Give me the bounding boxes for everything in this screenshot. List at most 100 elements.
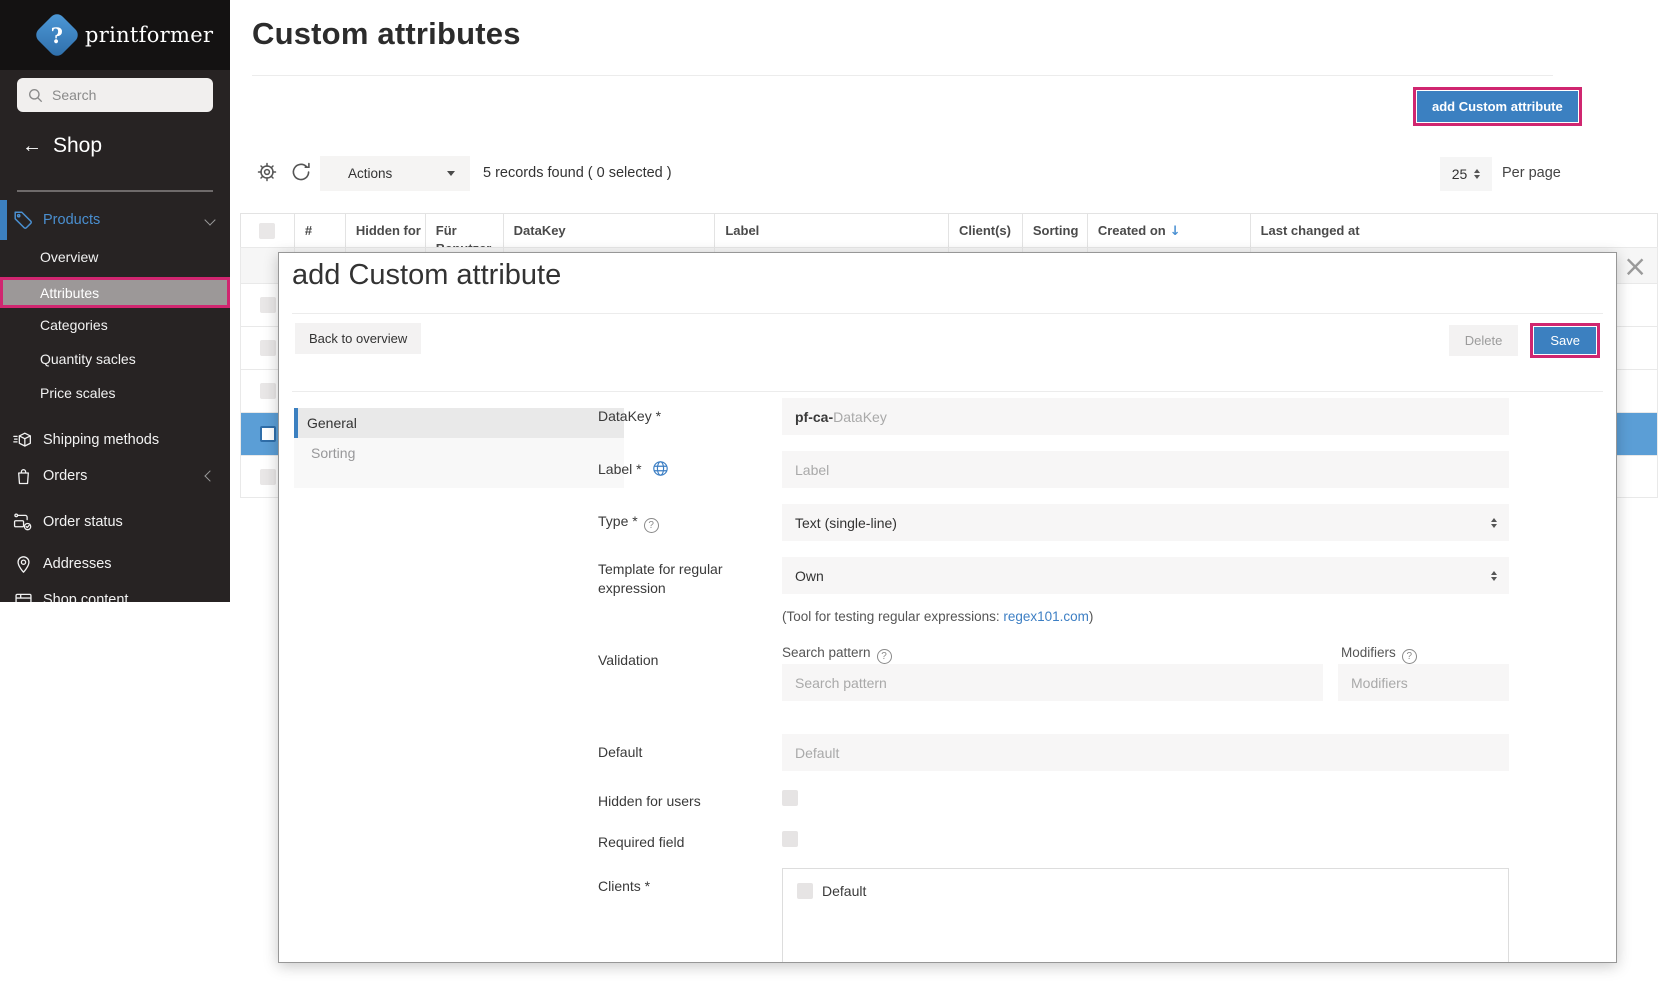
- sidebar-item-overview[interactable]: Overview: [0, 243, 230, 271]
- template-select[interactable]: Own: [782, 557, 1509, 594]
- row-checkbox[interactable]: [260, 426, 276, 442]
- type-label: Type *?: [598, 513, 659, 533]
- highlight-outline: add Custom attribute: [1413, 87, 1582, 126]
- select-all-cell: [241, 214, 295, 247]
- regex101-link[interactable]: regex101.com: [1003, 609, 1089, 624]
- active-tab-indicator: [294, 408, 298, 438]
- highlight-outline: Save: [1530, 323, 1600, 358]
- sidebar-item-orders[interactable]: Orders: [0, 460, 230, 492]
- stepper-icon: [1474, 169, 1481, 179]
- add-custom-attribute-button[interactable]: add Custom attribute: [1417, 91, 1578, 122]
- row-checkbox[interactable]: [260, 297, 276, 313]
- label-field[interactable]: Label: [782, 451, 1509, 488]
- close-icon[interactable]: ×: [1623, 252, 1647, 281]
- label-placeholder: Label: [795, 461, 830, 478]
- gear-icon[interactable]: [256, 161, 280, 185]
- divider: [252, 75, 1553, 76]
- row-checkbox[interactable]: [260, 383, 276, 399]
- sidebar-item-addresses[interactable]: Addresses: [0, 548, 230, 580]
- hidden-for-users-checkbox[interactable]: [782, 790, 798, 806]
- sidebar-item-shop-content[interactable]: Shop content: [0, 584, 230, 602]
- datakey-field[interactable]: pf-ca- DataKey: [782, 398, 1509, 435]
- chevron-down-icon: [204, 214, 216, 226]
- sidebar-item-label: Categories: [40, 317, 108, 333]
- sidebar-item-categories[interactable]: Categories: [0, 311, 230, 339]
- actions-dropdown[interactable]: Actions: [320, 156, 470, 191]
- sidebar-item-label: Shipping methods: [43, 432, 160, 448]
- globe-icon[interactable]: [652, 460, 669, 477]
- map-pin-icon: [12, 553, 34, 575]
- printformer-logo-icon: ?: [32, 10, 82, 60]
- divider: [292, 391, 1603, 392]
- shipping-box-icon: [12, 429, 34, 451]
- sidebar-item-attributes[interactable]: Attributes: [0, 277, 230, 308]
- shopping-bag-icon: [12, 465, 34, 487]
- template-value: Own: [795, 567, 824, 584]
- back-arrow-icon: ←: [22, 135, 42, 157]
- modifiers-field[interactable]: Modifiers: [1338, 664, 1509, 701]
- sidebar-item-label: Price scales: [40, 385, 116, 401]
- sidebar-item-quantity-sacles[interactable]: Quantity sacles: [0, 345, 230, 373]
- column-header[interactable]: DataKey: [504, 214, 716, 247]
- column-header[interactable]: Last changed at: [1251, 214, 1657, 247]
- sidebar-item-price-scales[interactable]: Price scales: [0, 379, 230, 407]
- row-checkbox[interactable]: [260, 468, 276, 485]
- back-to-overview-button[interactable]: Back to overview: [295, 323, 422, 354]
- column-header[interactable]: Label: [715, 214, 949, 247]
- clients-list: Default: [782, 868, 1509, 962]
- sidebar-item-label: Addresses: [43, 556, 112, 572]
- tab-general[interactable]: General: [294, 408, 624, 438]
- delete-button[interactable]: Delete: [1448, 325, 1519, 356]
- sidebar-search[interactable]: [17, 78, 213, 112]
- per-page-select[interactable]: 25: [1440, 157, 1492, 191]
- brand-area[interactable]: ? printformer: [0, 0, 230, 70]
- per-page-value: 25: [1451, 166, 1468, 182]
- search-icon: [29, 88, 43, 102]
- page-title: Custom attributes: [252, 16, 521, 51]
- select-all-checkbox[interactable]: [259, 223, 276, 239]
- required-field-label: Required field: [598, 834, 685, 850]
- back-to-shop[interactable]: ← Shop: [22, 134, 102, 158]
- help-icon[interactable]: ?: [1401, 649, 1417, 664]
- sort-descending-icon: ↓: [1169, 224, 1181, 239]
- required-field-checkbox[interactable]: [782, 831, 798, 847]
- help-icon[interactable]: ?: [643, 518, 659, 533]
- sidebar-item-label: Quantity sacles: [40, 351, 136, 367]
- modifiers-label: Modifiers?: [1341, 645, 1417, 664]
- sidebar-item-products[interactable]: Products: [0, 198, 230, 242]
- search-input[interactable]: [52, 87, 192, 103]
- per-page-label: Per page: [1502, 165, 1561, 181]
- clients-label: Clients *: [598, 878, 651, 894]
- table-toolbar: Actions 5 records found ( 0 selected ) 2…: [230, 156, 1667, 192]
- tab-label: Sorting: [311, 445, 356, 461]
- column-header[interactable]: Hidden for: [346, 214, 426, 247]
- sidebar-item-order-status[interactable]: Order status: [0, 504, 230, 540]
- column-header[interactable]: Für Benutzer: [426, 214, 504, 247]
- row-checkbox[interactable]: [260, 340, 276, 356]
- column-header[interactable]: Sorting: [1023, 214, 1088, 247]
- client-default-checkbox[interactable]: [797, 883, 813, 899]
- refresh-icon[interactable]: [290, 161, 314, 185]
- template-label: Template for regular expression: [598, 561, 723, 596]
- sidebar-divider: [17, 190, 213, 192]
- column-header[interactable]: Client(s): [949, 214, 1023, 247]
- tab-sorting[interactable]: Sorting: [294, 438, 624, 468]
- modifiers-placeholder: Modifiers: [1351, 674, 1408, 691]
- help-icon[interactable]: ?: [876, 649, 892, 664]
- client-option[interactable]: Default: [783, 869, 1508, 899]
- datakey-prefix: pf-ca-: [795, 408, 834, 425]
- sidebar-item-label: Orders: [43, 468, 88, 484]
- sidebar: ? printformer ← Shop Products Overview: [0, 0, 230, 602]
- column-header[interactable]: #: [295, 214, 346, 247]
- search-pattern-label: Search pattern?: [782, 645, 892, 664]
- hidden-for-users-label: Hidden for users: [598, 793, 701, 809]
- type-select[interactable]: Text (single-line): [782, 504, 1509, 541]
- column-header-sorted[interactable]: Created on ↓: [1088, 214, 1251, 247]
- datakey-label: DataKey *: [598, 408, 662, 424]
- sidebar-item-label: Attributes: [40, 284, 100, 301]
- sidebar-item-shipping-methods[interactable]: Shipping methods: [0, 424, 230, 456]
- search-pattern-field[interactable]: Search pattern: [782, 664, 1323, 701]
- dropdown-arrow-icon: [447, 171, 455, 176]
- default-field[interactable]: Default: [782, 734, 1509, 771]
- save-button[interactable]: Save: [1534, 327, 1596, 354]
